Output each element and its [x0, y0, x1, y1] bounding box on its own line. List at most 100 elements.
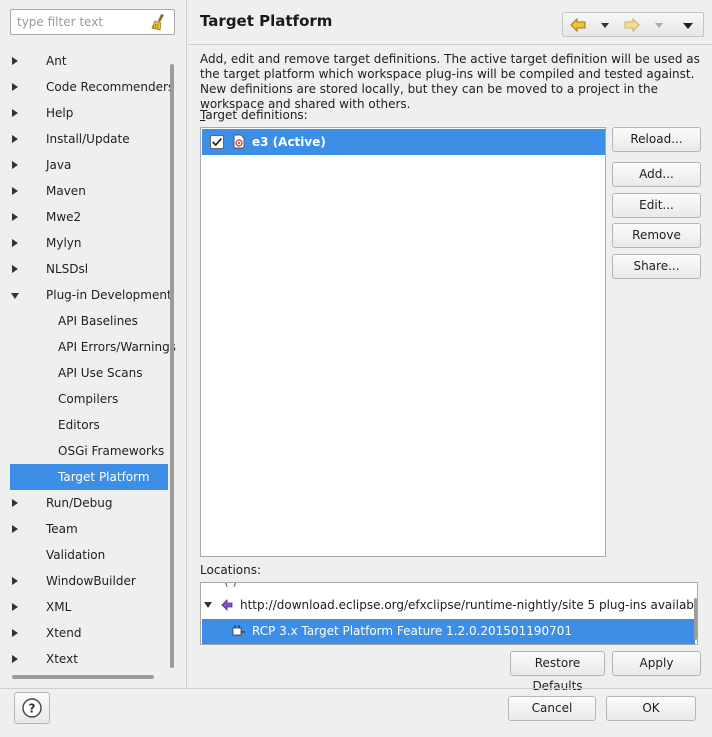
expand-arrow-icon[interactable]: [12, 239, 18, 247]
tree-horizontal-scrollbar[interactable]: [12, 675, 154, 679]
tree-item[interactable]: API Baselines: [10, 308, 168, 334]
site-location-text: http://download.eclipse.org/efxclipse/ru…: [240, 598, 698, 612]
tree-item-label: OSGi Frameworks: [58, 444, 165, 458]
remove-button[interactable]: Remove: [612, 223, 701, 248]
svg-text:?: ?: [29, 702, 36, 716]
checkmark-icon: [212, 138, 222, 147]
tree-item[interactable]: Target Platform: [10, 464, 168, 490]
tree-item-label: Mylyn: [46, 236, 82, 250]
forward-dropdown-icon[interactable]: [655, 23, 663, 28]
tree-item[interactable]: Compilers: [10, 386, 168, 412]
restore-defaults-button[interactable]: Restore Defaults: [510, 651, 605, 693]
tree-item[interactable]: WindowBuilder: [10, 568, 168, 594]
tree-item-label: Team: [46, 522, 78, 536]
tree-item[interactable]: Xtext: [10, 646, 168, 672]
update-site-icon: [221, 599, 233, 611]
tree-item-label: Validation: [46, 548, 106, 562]
view-menu-icon[interactable]: [683, 23, 693, 29]
edit-button[interactable]: Edit...: [612, 193, 701, 218]
target-definitions-label-text: arget definitions:: [205, 108, 308, 122]
feature-plug-icon: [232, 625, 245, 636]
tree-item-label: Editors: [58, 418, 100, 432]
tree-item[interactable]: Run/Debug: [10, 490, 168, 516]
tree-item[interactable]: Code Recommenders: [10, 74, 174, 100]
tree-item-label: Install/Update: [46, 132, 130, 146]
clear-filter-icon[interactable]: [149, 12, 169, 32]
reload-button[interactable]: Reload...: [612, 127, 701, 152]
dialog-separator: [0, 688, 712, 689]
tree-item-label: Java: [46, 158, 72, 172]
back-dropdown-icon[interactable]: [601, 23, 609, 28]
tree-item-label: WindowBuilder: [46, 574, 136, 588]
tree-item[interactable]: Maven: [10, 178, 168, 204]
share-button[interactable]: Share...: [612, 254, 701, 279]
tree-item[interactable]: XML: [10, 594, 168, 620]
active-checkbox[interactable]: [210, 135, 224, 149]
expand-arrow-icon[interactable]: [12, 603, 18, 611]
tree-item[interactable]: Mylyn: [10, 230, 168, 256]
tree-item[interactable]: Install/Update: [10, 126, 168, 152]
expand-arrow-icon[interactable]: [12, 135, 18, 143]
tree-item[interactable]: Editors: [10, 412, 168, 438]
expand-arrow-icon[interactable]: [12, 83, 18, 91]
expand-arrow-icon[interactable]: [12, 57, 18, 65]
tree-item[interactable]: Validation: [10, 542, 168, 568]
tree-item-label: API Use Scans: [58, 366, 143, 380]
tree-item[interactable]: Help: [10, 100, 168, 126]
target-definition-row[interactable]: e3 (Active): [202, 129, 605, 155]
target-file-icon: [233, 134, 245, 149]
tree-item-label: API Errors/Warnings: [58, 340, 176, 354]
back-arrow-icon[interactable]: [569, 16, 587, 34]
tree-item-label: API Baselines: [58, 314, 138, 328]
apply-button[interactable]: Apply: [612, 651, 701, 676]
target-definition-name: e3 (Active): [252, 135, 326, 149]
expand-arrow-icon[interactable]: [12, 265, 18, 273]
tree-item[interactable]: Ant: [10, 48, 168, 74]
page-title: Target Platform: [200, 12, 333, 30]
tree-item-label: XML: [46, 600, 72, 614]
collapse-arrow-icon[interactable]: [11, 293, 19, 299]
tree-item[interactable]: Java: [10, 152, 168, 178]
locations-scrollbar[interactable]: [694, 598, 697, 640]
location-row-site[interactable]: http://download.eclipse.org/efxclipse/ru…: [202, 593, 698, 618]
tree-item-label: Run/Debug: [46, 496, 113, 510]
splitter-sash[interactable]: [186, 0, 187, 688]
tree-item-label: NLSDsl: [46, 262, 89, 276]
ok-button[interactable]: OK: [606, 696, 696, 721]
page-description: Add, edit and remove target definitions.…: [200, 52, 700, 111]
expand-arrow-icon[interactable]: [12, 213, 18, 221]
tree-item-label: Xtext: [46, 652, 78, 666]
cancel-button[interactable]: Cancel: [508, 696, 596, 721]
add-button[interactable]: Add...: [612, 162, 701, 187]
expand-arrow-icon[interactable]: [204, 602, 212, 608]
preferences-tree: Ant Code Recommenders Help Install/Update Ja…: [0, 48, 176, 680]
expand-arrow-icon[interactable]: [12, 109, 18, 117]
tree-item[interactable]: API Errors/Warnings: [10, 334, 176, 360]
expand-arrow-icon[interactable]: [12, 499, 18, 507]
help-button[interactable]: ?: [14, 692, 50, 724]
tree-item[interactable]: OSGi Frameworks: [10, 438, 168, 464]
tree-item-label: Code Recommenders: [46, 80, 175, 94]
tree-item[interactable]: Mwe2: [10, 204, 168, 230]
tree-item[interactable]: Xtend: [10, 620, 168, 646]
expand-arrow-icon[interactable]: [12, 577, 18, 585]
tree-item-label: Ant: [46, 54, 67, 68]
tree-item[interactable]: Team: [10, 516, 168, 542]
expand-arrow-icon[interactable]: [12, 655, 18, 663]
tree-item-label: Help: [46, 106, 74, 120]
target-definitions-list[interactable]: e3 (Active): [200, 127, 606, 557]
expand-arrow-icon[interactable]: [12, 161, 18, 169]
expand-arrow-icon[interactable]: [12, 187, 18, 195]
expand-arrow-icon[interactable]: [12, 629, 18, 637]
forward-arrow-icon[interactable]: [623, 16, 641, 34]
tree-item-label: Mwe2: [46, 210, 82, 224]
expand-arrow-icon[interactable]: [12, 525, 18, 533]
tree-vertical-scrollbar[interactable]: [170, 64, 174, 668]
location-row-feature[interactable]: RCP 3.x Target Platform Feature 1.2.0.20…: [202, 619, 695, 644]
tree-item[interactable]: Plug-in Development: [10, 282, 172, 308]
locations-tree[interactable]: ( ) http://download.eclipse.org/efxclips…: [200, 582, 698, 645]
tree-item[interactable]: NLSDsl: [10, 256, 168, 282]
tree-item-label: Plug-in Development: [46, 288, 172, 302]
navigation-toolbar: [562, 12, 704, 37]
tree-item[interactable]: API Use Scans: [10, 360, 168, 386]
